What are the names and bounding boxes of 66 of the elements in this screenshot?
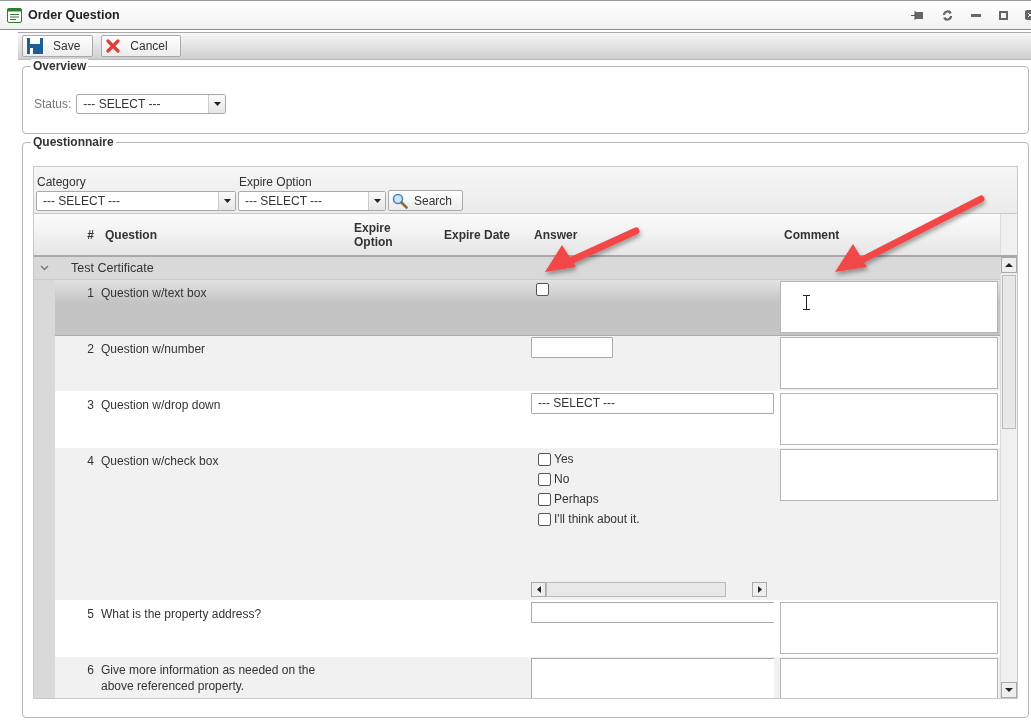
section-title: Questionnaire (31, 135, 116, 149)
save-icon (27, 38, 43, 54)
cancel-icon (106, 39, 121, 53)
checkbox[interactable] (538, 452, 551, 466)
caret-icon (213, 102, 221, 106)
question-text: Give more information as needed on the above referenced property. (101, 662, 317, 695)
refresh-icon[interactable] (942, 9, 953, 21)
maximize-icon[interactable] (999, 10, 1008, 20)
checkbox-label: I'll think about it. (554, 512, 640, 526)
question-row[interactable]: 2 Question w/number (55, 336, 1000, 392)
checkbox-label: Yes (554, 452, 574, 466)
search-icon (392, 192, 408, 209)
form-icon (7, 7, 22, 23)
question-text: What is the property address? (101, 606, 263, 623)
left-arrow-icon[interactable] (536, 586, 541, 593)
checkbox[interactable] (538, 492, 551, 506)
row-number: 6 (86, 662, 95, 679)
category-dropdown[interactable]: --- SELECT --- (36, 191, 236, 211)
caret-icon (223, 199, 231, 203)
column-header[interactable]: Question (101, 227, 350, 242)
question-text: Question w/check box (101, 453, 220, 470)
collapse-icon[interactable] (40, 265, 49, 271)
horizontal-scrollbar[interactable] (531, 582, 767, 598)
status-dropdown[interactable]: --- SELECT --- (76, 94, 227, 114)
up-arrow-icon[interactable] (1005, 263, 1013, 267)
cancel-button[interactable]: Cancel (101, 35, 181, 57)
filter-label: Category (36, 175, 87, 189)
field-label: Status: (34, 97, 72, 111)
question-text: Question w/text box (101, 285, 208, 302)
question-text: Question w/number (101, 341, 207, 358)
down-arrow-icon[interactable] (1005, 688, 1013, 692)
question-row[interactable]: 1 Question w/text box (55, 280, 1000, 336)
number-field[interactable] (531, 337, 613, 358)
column-header[interactable]: Expire Option (350, 220, 408, 249)
filter-label: Expire Option (238, 175, 313, 189)
group-title: Test Certificate (71, 261, 154, 275)
checkbox-label: No (554, 472, 570, 486)
column-header[interactable]: Comment (780, 227, 1000, 242)
section-title: Overview (31, 59, 89, 73)
caret-icon (373, 199, 381, 203)
expire-option-dropdown[interactable]: --- SELECT --- (238, 191, 386, 211)
vertical-scrollbar[interactable] (1000, 257, 1017, 698)
checkbox[interactable] (536, 283, 549, 296)
header-filler (1000, 214, 1017, 255)
checkbox[interactable] (538, 472, 551, 486)
save-button[interactable]: Save (22, 35, 94, 57)
right-arrow-icon[interactable] (757, 586, 762, 593)
checkbox[interactable] (538, 512, 551, 526)
minimize-icon[interactable] (971, 13, 981, 17)
row-number: 5 (86, 606, 95, 623)
answer-dropdown[interactable]: --- SELECT --- (531, 393, 774, 414)
search-button[interactable]: Search (388, 190, 464, 211)
row-number: 3 (86, 397, 95, 414)
window-title: Order Question (28, 8, 120, 22)
question-row[interactable]: 4 Question w/check box Yes No Perhaps I'll think about it. (55, 448, 1000, 601)
pin-icon[interactable] (911, 10, 924, 20)
row-number: 1 (86, 285, 95, 302)
question-text: Question w/drop down (101, 397, 222, 414)
text-cursor-icon (803, 295, 810, 310)
answer-field[interactable] (531, 602, 774, 623)
row-number: 4 (86, 453, 95, 470)
checkbox-label: Perhaps (554, 492, 599, 506)
column-header[interactable]: Answer (530, 227, 780, 242)
column-header[interactable]: # (55, 227, 101, 242)
column-header[interactable]: Expire Date (440, 227, 530, 242)
row-number: 2 (86, 341, 95, 358)
